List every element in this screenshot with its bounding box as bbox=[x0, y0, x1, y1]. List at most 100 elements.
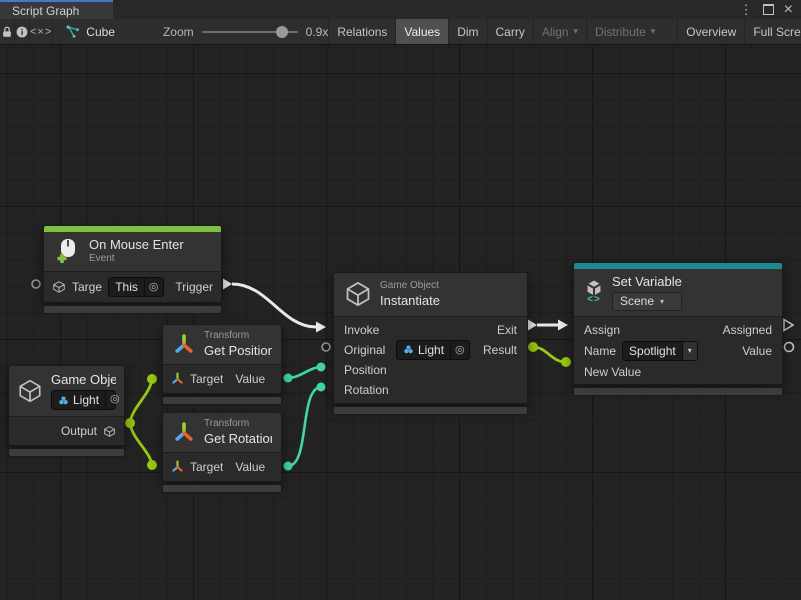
target-value-field[interactable]: This ◎ bbox=[108, 277, 163, 297]
port-getposition-value[interactable] bbox=[284, 374, 293, 383]
graph-canvas[interactable]: On Mouse Enter Event Target This ◎ bbox=[0, 45, 801, 600]
node-footer bbox=[8, 448, 125, 457]
original-port-label: Original bbox=[344, 343, 390, 357]
game-object-icon bbox=[403, 344, 414, 355]
port-assigned-output[interactable] bbox=[784, 320, 793, 331]
zoom-control: Zoom 0.9x bbox=[163, 25, 328, 39]
node-subtitle: Game Object bbox=[380, 280, 440, 293]
transform-icon bbox=[172, 420, 196, 444]
port-newvalue-input[interactable] bbox=[561, 357, 571, 367]
rotation-port-label: Rotation bbox=[344, 383, 400, 397]
zoom-slider-handle[interactable] bbox=[276, 26, 288, 38]
cube-icon bbox=[103, 425, 116, 438]
relations-button[interactable]: Relations bbox=[328, 19, 395, 44]
wire-position-value bbox=[288, 367, 321, 378]
port-setvariable-value[interactable] bbox=[785, 343, 794, 352]
wire-result-to-newvalue bbox=[533, 347, 566, 362]
port-result-output[interactable] bbox=[528, 342, 538, 352]
graph-breadcrumb[interactable]: Cube bbox=[65, 24, 115, 39]
tab-script-graph[interactable]: Script Graph bbox=[0, 0, 113, 19]
trigger-port-label: Trigger bbox=[170, 280, 214, 294]
value-port-label: Value bbox=[235, 372, 265, 386]
maximize-icon[interactable] bbox=[763, 4, 774, 15]
cube-icon bbox=[52, 280, 66, 294]
result-port-label: Result bbox=[483, 343, 517, 357]
dim-button[interactable]: Dim bbox=[448, 19, 486, 44]
target-port-label: Target bbox=[190, 372, 223, 386]
port-instantiate-original[interactable] bbox=[322, 343, 330, 351]
distribute-button[interactable]: Distribute▾ bbox=[586, 19, 663, 44]
object-picker-icon[interactable]: ◎ bbox=[105, 391, 124, 409]
node-title: Game Object bbox=[51, 372, 116, 388]
port-getposition-target[interactable] bbox=[147, 374, 157, 384]
toolbar-buttons: Relations Values Dim Carry Align▾ Distri… bbox=[328, 19, 801, 44]
object-picker-icon[interactable]: ◎ bbox=[450, 341, 469, 359]
port-instantiate-rotation[interactable] bbox=[317, 383, 326, 392]
align-button[interactable]: Align▾ bbox=[533, 19, 586, 44]
target-port-label: Target bbox=[190, 460, 223, 474]
chevron-down-icon[interactable]: ▾ bbox=[682, 342, 697, 360]
zoom-slider[interactable] bbox=[202, 31, 298, 33]
wire-rotation-value bbox=[288, 387, 321, 466]
transform-icon bbox=[171, 460, 184, 473]
title-bar: Script Graph ⋮ × bbox=[0, 0, 801, 20]
assign-port-label: Assign bbox=[584, 323, 636, 337]
port-getrotation-value[interactable] bbox=[284, 462, 293, 471]
node-on-mouse-enter[interactable]: On Mouse Enter Event Target This ◎ bbox=[43, 225, 222, 314]
node-get-rotation[interactable]: Transform Get Rotation Target Value bbox=[162, 412, 282, 493]
port-instantiate-position[interactable] bbox=[317, 363, 326, 372]
node-get-position[interactable]: Transform Get Position Target Value bbox=[162, 324, 282, 405]
node-footer bbox=[162, 396, 282, 405]
lock-icon bbox=[0, 25, 14, 39]
object-picker-icon[interactable]: ◎ bbox=[144, 278, 163, 296]
value-port-label: Value bbox=[742, 344, 772, 358]
variable-name-dropdown[interactable]: Spotlight ▾ bbox=[622, 341, 698, 361]
chevron-down-icon: ▾ bbox=[574, 26, 579, 37]
node-title: On Mouse Enter bbox=[89, 237, 184, 253]
full-screen-button[interactable]: Full Screen bbox=[744, 19, 801, 44]
window-controls: ⋮ × bbox=[740, 0, 801, 19]
port-exit-output[interactable] bbox=[528, 320, 537, 331]
node-subtitle: Transform bbox=[204, 330, 272, 343]
port-assign-input[interactable] bbox=[558, 320, 568, 331]
port-invoke-input[interactable] bbox=[316, 322, 326, 333]
node-subtitle: Event bbox=[89, 253, 184, 266]
node-footer bbox=[573, 387, 783, 396]
graph-icon bbox=[65, 24, 80, 39]
invoke-port-label: Invoke bbox=[344, 323, 394, 337]
carry-button[interactable]: Carry bbox=[487, 19, 533, 44]
info-button[interactable] bbox=[15, 19, 30, 44]
close-icon[interactable]: × bbox=[784, 2, 793, 18]
original-value-field[interactable]: Light ◎ bbox=[396, 340, 470, 360]
cube-icon bbox=[344, 280, 372, 308]
wire-light-to-getrotation bbox=[130, 423, 152, 465]
code-pair-icon: <> bbox=[587, 294, 601, 307]
port-getrotation-target[interactable] bbox=[147, 460, 157, 470]
node-game-object-literal[interactable]: Game Object Light ◎ bbox=[8, 365, 125, 457]
variable-scope-dropdown[interactable]: Scene ▾ bbox=[612, 292, 682, 311]
values-button[interactable]: Values bbox=[395, 19, 448, 44]
port-light-output[interactable] bbox=[125, 418, 135, 428]
port-mouseenter-target[interactable] bbox=[32, 280, 40, 288]
chevron-down-icon: ▾ bbox=[660, 297, 664, 307]
game-object-value-field[interactable]: Light ◎ bbox=[51, 390, 116, 410]
info-icon bbox=[15, 25, 29, 39]
node-title: Set Variable bbox=[612, 274, 682, 290]
exit-port-label: Exit bbox=[497, 323, 517, 337]
node-set-variable[interactable]: <> Set Variable Scene ▾ Assign Assigned bbox=[573, 262, 783, 396]
port-trigger-output[interactable] bbox=[223, 279, 232, 290]
name-port-label: Name bbox=[584, 344, 616, 358]
node-instantiate[interactable]: Game Object Instantiate Invoke Exit Orig… bbox=[333, 272, 528, 415]
new-value-port-label: New Value bbox=[584, 365, 641, 379]
kebab-menu-icon[interactable]: ⋮ bbox=[740, 3, 753, 16]
code-view-icon: <×> bbox=[30, 26, 52, 38]
node-footer bbox=[162, 484, 282, 493]
overview-button[interactable]: Overview bbox=[677, 19, 744, 44]
game-object-icon bbox=[58, 395, 69, 406]
node-footer bbox=[333, 406, 528, 415]
zoom-label: Zoom bbox=[163, 25, 194, 39]
assigned-port-label: Assigned bbox=[710, 323, 772, 337]
node-subtitle: Transform bbox=[204, 418, 272, 431]
lock-button[interactable] bbox=[0, 19, 15, 44]
code-view-button[interactable]: <×> bbox=[30, 19, 53, 44]
